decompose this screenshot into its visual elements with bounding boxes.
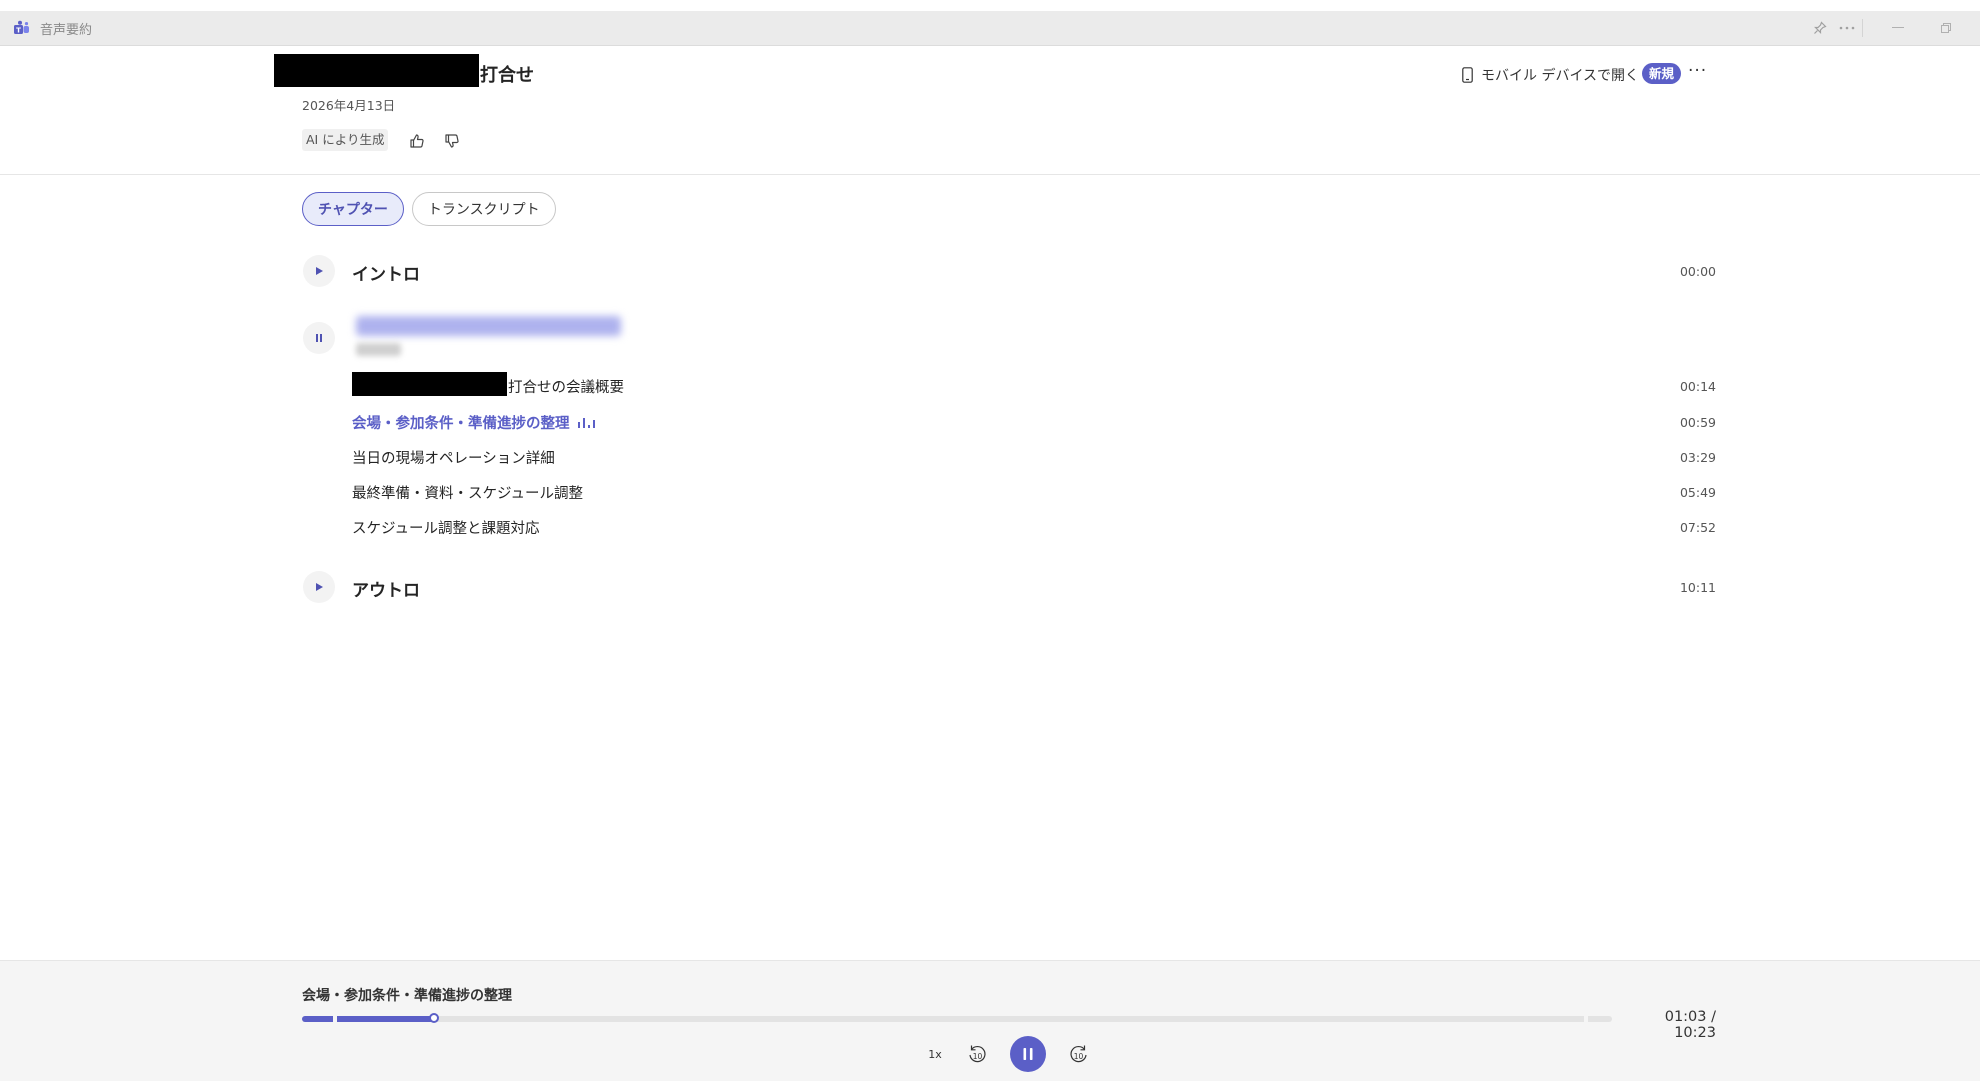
play-icon bbox=[316, 267, 323, 275]
chapter-time-outro: 10:11 bbox=[1679, 580, 1716, 595]
thumbs-down-icon[interactable] bbox=[442, 131, 462, 151]
subchapter-schedule[interactable]: スケジュール調整と課題対応 bbox=[352, 517, 539, 538]
pause-icon bbox=[316, 334, 322, 342]
subchapter-time: 00:14 bbox=[1679, 379, 1716, 394]
view-tabs: チャプター トランスクリプト bbox=[302, 192, 556, 226]
open-on-mobile-link[interactable]: モバイル デバイスで開く bbox=[1462, 64, 1639, 86]
audio-player-bar: 会場・参加条件・準備進捗の整理 01:03 / 10:23 1x 10 10 bbox=[0, 960, 1980, 1081]
chapter-time-intro: 00:00 bbox=[1679, 264, 1716, 279]
blurred-chapter-title bbox=[356, 316, 621, 336]
page-title: 打合せ bbox=[480, 65, 534, 86]
skip-back-icon: 10 bbox=[969, 1045, 986, 1063]
subchapter-overview[interactable]: 打合せの会議概要 bbox=[508, 376, 624, 397]
redacted-subchapter-prefix bbox=[352, 372, 507, 396]
subchapter-time: 00:59 bbox=[1679, 415, 1716, 430]
chapter-title-outro[interactable]: アウトロ bbox=[352, 576, 420, 601]
playback-speed-label: 1x bbox=[928, 1047, 942, 1061]
subchapter-time: 07:52 bbox=[1679, 520, 1716, 535]
skip-forward-icon: 10 bbox=[1070, 1045, 1087, 1063]
outro-play-button[interactable] bbox=[303, 571, 335, 603]
thumbs-up-icon[interactable] bbox=[407, 131, 427, 151]
tab-chapters[interactable]: チャプター bbox=[302, 192, 404, 226]
now-playing-equalizer-icon bbox=[578, 418, 595, 428]
chapter-marker bbox=[1584, 1015, 1588, 1023]
skip-back-10-button[interactable]: 10 bbox=[964, 1036, 990, 1072]
pause-icon bbox=[1023, 1048, 1033, 1060]
mobile-phone-icon bbox=[1462, 67, 1473, 83]
redacted-title bbox=[274, 54, 479, 87]
progress-track[interactable] bbox=[302, 1016, 1612, 1022]
summary-header: 打合せ 2026年4月13日 AI により生成 モバイル デバイスで開く 新規 … bbox=[0, 46, 1980, 175]
playback-time: 01:03 / 10:23 bbox=[1664, 1009, 1716, 1041]
title-bar: T 音声要約 bbox=[0, 11, 1980, 46]
subchapter-venue-active[interactable]: 会場・参加条件・準備進捗の整理 bbox=[352, 412, 570, 433]
svg-text:10: 10 bbox=[973, 1052, 983, 1061]
play-icon bbox=[316, 583, 323, 591]
teams-app-icon: T bbox=[14, 20, 29, 34]
svg-text:10: 10 bbox=[1074, 1052, 1084, 1061]
skip-forward-10-button[interactable]: 10 bbox=[1066, 1036, 1092, 1072]
tab-transcript[interactable]: トランスクリプト bbox=[411, 192, 556, 226]
subchapter-time: 05:49 bbox=[1679, 485, 1716, 500]
subchapter-time: 03:29 bbox=[1679, 450, 1716, 465]
window-more-icon[interactable] bbox=[1833, 15, 1861, 41]
minimize-icon[interactable] bbox=[1884, 15, 1912, 41]
intro-play-button[interactable] bbox=[303, 255, 335, 287]
main-chapter-pause-button[interactable] bbox=[303, 322, 335, 354]
window-top-strip bbox=[0, 0, 1980, 11]
open-on-mobile-label: モバイル デバイスで開く bbox=[1481, 68, 1640, 84]
subchapter-operations[interactable]: 当日の現場オペレーション詳細 bbox=[352, 447, 555, 468]
main-pause-button[interactable] bbox=[1010, 1036, 1046, 1072]
progress-knob[interactable] bbox=[429, 1013, 439, 1023]
playback-speed-button[interactable]: 1x bbox=[925, 1036, 945, 1072]
now-playing-title: 会場・参加条件・準備進捗の整理 bbox=[302, 988, 512, 1004]
blurred-chapter-subtitle bbox=[356, 343, 401, 356]
app-title: 音声要約 bbox=[40, 23, 93, 38]
titlebar-separator bbox=[1862, 19, 1863, 37]
pin-icon[interactable] bbox=[1806, 15, 1834, 41]
progress-fill bbox=[302, 1016, 434, 1022]
chapter-marker bbox=[333, 1015, 337, 1023]
restore-icon[interactable] bbox=[1932, 15, 1960, 41]
more-options-icon[interactable]: ··· bbox=[1688, 61, 1707, 81]
meeting-date: 2026年4月13日 bbox=[302, 98, 396, 113]
chapter-title-intro[interactable]: イントロ bbox=[352, 260, 420, 285]
ai-generated-badge: AI により生成 bbox=[302, 129, 389, 151]
subchapter-final-prep[interactable]: 最終準備・資料・スケジュール調整 bbox=[352, 482, 583, 503]
new-badge: 新規 bbox=[1642, 63, 1682, 84]
svg-text:T: T bbox=[16, 26, 21, 34]
